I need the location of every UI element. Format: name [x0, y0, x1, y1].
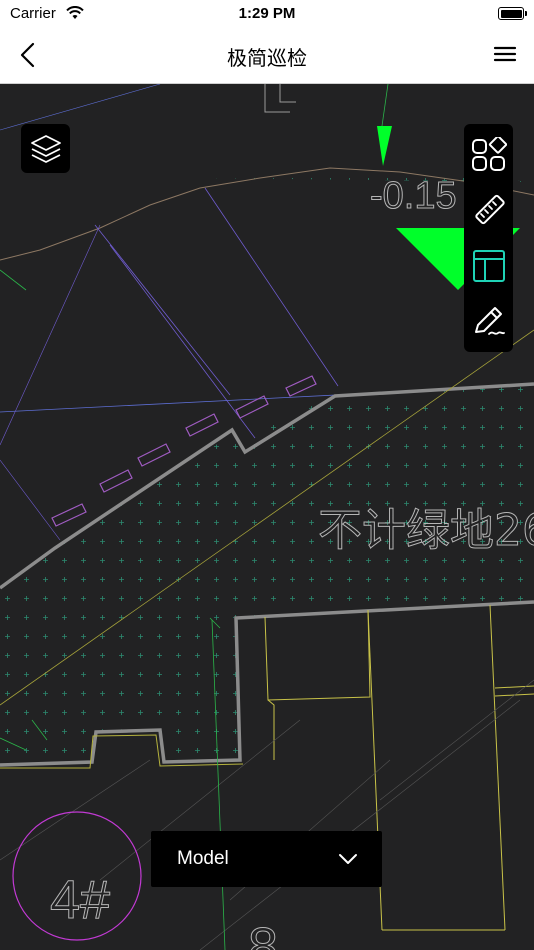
model-selector[interactable]: Model [151, 831, 382, 887]
markup-tool-button[interactable] [468, 300, 509, 344]
tool-palette [464, 124, 513, 352]
hamburger-menu-icon [493, 46, 517, 62]
navigation-bar: 极简巡检 [0, 28, 534, 84]
layout-tool-button[interactable] [468, 244, 509, 288]
layers-button[interactable] [21, 124, 70, 173]
building-label: 4# [50, 870, 110, 930]
menu-button[interactable] [490, 40, 520, 70]
shapes-tool-button[interactable] [468, 133, 509, 177]
shapes-icon [471, 137, 507, 171]
layers-icon [30, 134, 61, 163]
battery-icon [498, 7, 527, 20]
status-bar: Carrier 1:29 PM [0, 0, 534, 28]
area-label: 不计绿地26 [318, 505, 534, 556]
ruler-icon [474, 194, 505, 225]
page-title: 极简巡检 [227, 48, 307, 70]
layout-icon [472, 250, 505, 282]
cad-drawing: -0.15 不计绿地26 4# 8 [0, 84, 534, 950]
measure-tool-button[interactable] [468, 188, 509, 232]
drawing-canvas[interactable]: -0.15 不计绿地26 4# 8 [0, 84, 534, 950]
clock: 1:29 PM [238, 5, 296, 22]
bottom-label: 8 [248, 917, 278, 950]
chevron-down-icon [339, 854, 357, 864]
pen-icon [474, 307, 505, 335]
model-selector-value: Model [177, 848, 229, 869]
elevation-label: -0.15 [370, 175, 457, 217]
